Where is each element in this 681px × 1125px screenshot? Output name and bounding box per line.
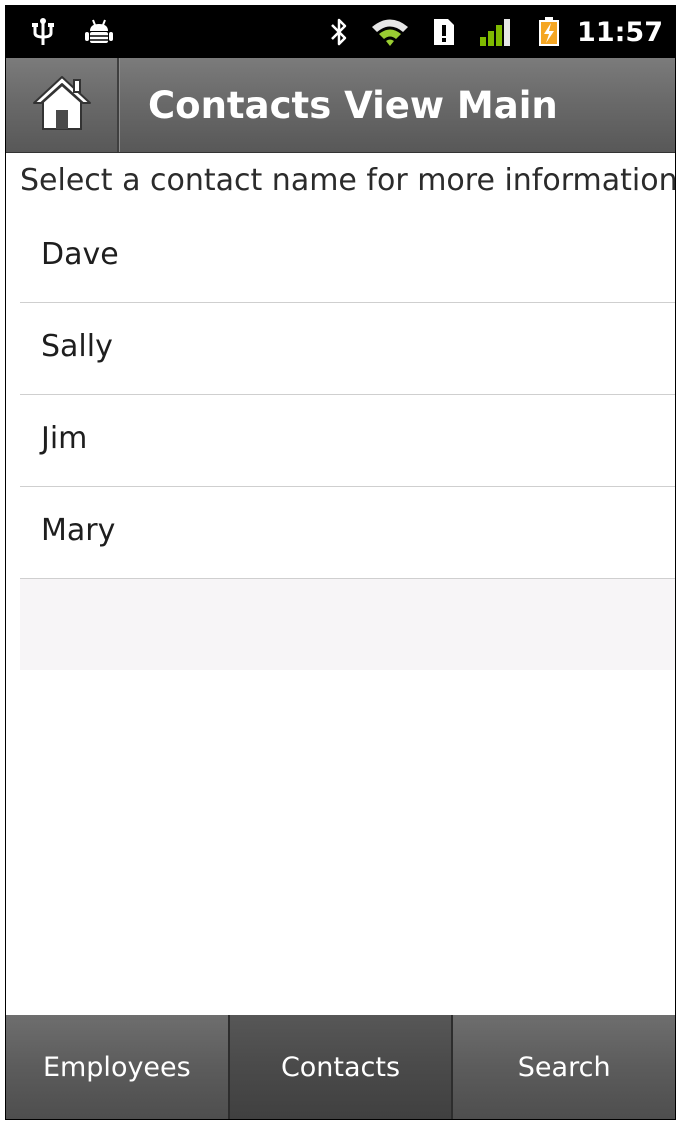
bluetooth-icon bbox=[324, 16, 354, 48]
contact-name: Sally bbox=[41, 329, 113, 364]
tab-label: Employees bbox=[42, 1051, 191, 1083]
list-item[interactable]: Dave bbox=[20, 211, 675, 303]
phone-screen: 11:57 Contacts View Main Select a contac… bbox=[5, 5, 676, 1120]
battery-charging-icon bbox=[532, 16, 566, 48]
list-item[interactable]: Mary bbox=[20, 487, 675, 579]
home-icon bbox=[31, 74, 93, 136]
bottom-tab-bar: Employees Contacts Search bbox=[6, 1015, 675, 1119]
main-content: Select a contact name for more informati… bbox=[6, 153, 675, 1013]
list-item[interactable]: Jim bbox=[20, 395, 675, 487]
instruction-text: Select a contact name for more informati… bbox=[20, 163, 676, 198]
page-title: Contacts View Main bbox=[148, 84, 558, 127]
home-button[interactable] bbox=[6, 58, 119, 152]
tab-label: Contacts bbox=[280, 1051, 401, 1083]
tab-contacts[interactable]: Contacts bbox=[229, 1015, 454, 1119]
signal-icon bbox=[476, 16, 516, 48]
contact-name: Jim bbox=[41, 421, 88, 456]
sd-card-alert-icon bbox=[430, 16, 458, 48]
list-item[interactable]: Sally bbox=[20, 303, 675, 395]
tab-employees[interactable]: Employees bbox=[6, 1015, 230, 1119]
title-bar: Contacts View Main bbox=[6, 58, 675, 153]
status-time: 11:57 bbox=[577, 17, 663, 48]
android-debug-icon bbox=[82, 16, 116, 48]
usb-icon bbox=[28, 16, 58, 48]
contact-name: Dave bbox=[41, 237, 119, 272]
status-bar: 11:57 bbox=[6, 6, 675, 58]
tab-search[interactable]: Search bbox=[453, 1015, 675, 1119]
tab-label: Search bbox=[517, 1051, 611, 1083]
wifi-icon bbox=[368, 16, 412, 48]
empty-list-row bbox=[20, 579, 675, 670]
contacts-list: Dave Sally Jim Mary bbox=[20, 211, 675, 670]
contact-name: Mary bbox=[41, 513, 116, 548]
